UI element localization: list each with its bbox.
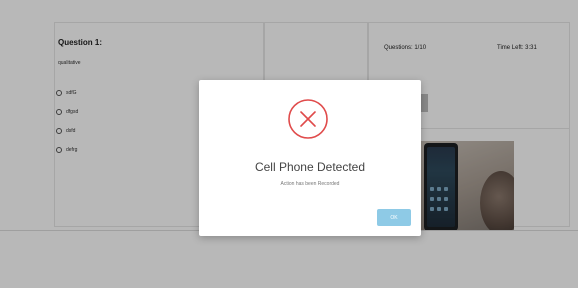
modal-message: Action has been Recorded (280, 181, 340, 187)
modal-title: Cell Phone Detected (254, 160, 366, 174)
ok-button[interactable]: OK (377, 209, 411, 226)
error-x-circle-icon (288, 99, 328, 139)
